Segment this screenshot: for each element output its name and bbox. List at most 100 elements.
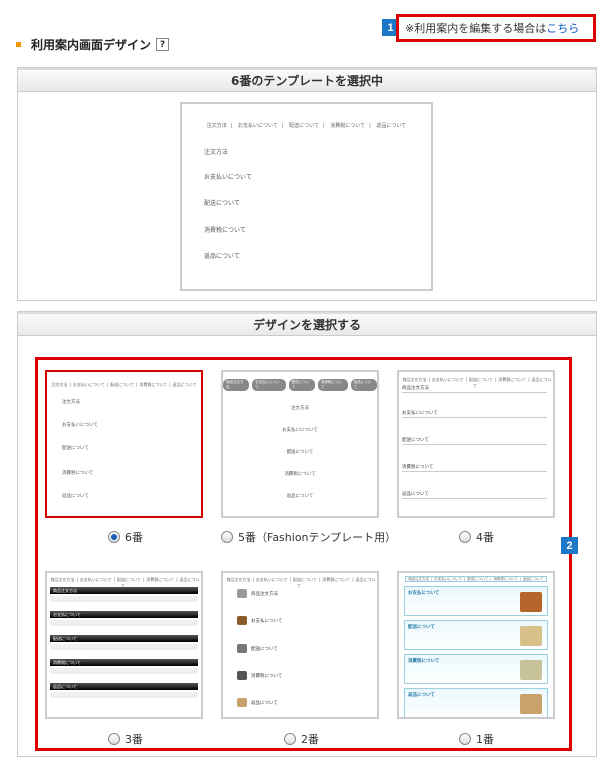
radio-icon[interactable] xyxy=(221,531,233,543)
thumb-item: 配送について xyxy=(286,450,314,455)
thumb-nav-item: 注文方法 xyxy=(51,382,68,387)
thumb-nav: 商品注文方法 | お支払いについて | 配送について | 消費税について | 返品について xyxy=(405,576,547,582)
preview-nav-item: 注文方法 xyxy=(206,123,227,129)
thumb-nav-item: お支払いについて xyxy=(72,382,105,387)
template-5-option[interactable]: 5番（Fashionテンプレート用） xyxy=(221,529,396,545)
thumb-bar: 返品について xyxy=(50,683,198,690)
template-4-thumb[interactable]: 商品注文方法 | お支払いについて | 配送について | 消費税について | 返品について 商品… xyxy=(397,370,555,518)
radio-icon[interactable] xyxy=(108,733,120,745)
thumb-nav-item: 商品注文方法 xyxy=(226,577,251,582)
thumb-nav-pill: 配送について xyxy=(288,379,315,391)
thumb-bar: 消費税について xyxy=(50,659,198,666)
thumb-card-label: 返品について xyxy=(408,693,435,698)
thumb-nav-item: 返品について xyxy=(523,577,544,581)
preview-nav-item: 返品について xyxy=(376,123,407,129)
thumb-card-label: お支払について xyxy=(408,591,440,596)
preview-nav-item: 配送について xyxy=(289,123,319,129)
thumb-line xyxy=(50,644,198,650)
thumb-nav-item: 商品注文方法 xyxy=(402,377,427,382)
thumb-card: 返品について xyxy=(404,688,548,717)
thumb-item: 返品について xyxy=(62,494,89,499)
thumb-row-label: 消費税について xyxy=(251,673,283,679)
thumb-item: 返品について xyxy=(286,494,314,499)
thumb-bar: 配送について xyxy=(50,635,198,642)
thumb-row: 商品注文方法 xyxy=(237,589,278,598)
thumb-card-label: 配送について xyxy=(408,625,435,630)
thumb-item: 配送について xyxy=(402,437,547,445)
truck-icon xyxy=(237,644,247,653)
template-6-label: 6番 xyxy=(125,531,143,544)
template-2-option[interactable]: 2番 xyxy=(284,731,319,747)
radio-icon[interactable] xyxy=(459,733,471,745)
preview-item: 配送について xyxy=(204,200,240,207)
preview-nav: 注文方法 | お支払いについて | 配送について | 消費税について | 返品について xyxy=(206,123,407,129)
thumb-nav: 商品注文方法 お支払いについて 配送について 消費税について 返品について xyxy=(223,379,377,391)
section-title-text: 利用案内画面デザイン xyxy=(31,38,152,52)
edit-note-box: ※利用案内を編集する場合は こちら xyxy=(396,14,596,42)
thumb-item: お支払いについて xyxy=(62,423,98,428)
thumb-nav-item: 配送について xyxy=(467,577,489,581)
cart-icon xyxy=(237,589,247,598)
thumb-nav-item: お支払いについて xyxy=(79,577,112,582)
thumb-item: お支払いについて xyxy=(282,428,318,433)
template-2-thumb[interactable]: 商品注文方法 | お支払いについて | 配送について | 消費税について | 返品について 商品… xyxy=(221,571,379,719)
template-3-option[interactable]: 3番 xyxy=(108,731,143,747)
thumb-nav-item: 消費税について xyxy=(498,377,527,382)
thumb-row-label: 返品について xyxy=(251,700,278,706)
preview-nav-item: お支払いについて xyxy=(238,123,278,129)
thumb-line xyxy=(50,692,198,698)
template-4-label: 4番 xyxy=(476,531,494,544)
thumb-bar: お支払について xyxy=(50,611,198,618)
thumb-nav-item: 消費税について xyxy=(493,577,518,581)
template-3-thumb[interactable]: 商品注文方法 | お支払いについて | 配送について | 消費税について | 返品について 商品… xyxy=(45,571,203,719)
template-2-label: 2番 xyxy=(301,733,319,746)
edit-guide-link[interactable]: こちら xyxy=(546,20,579,36)
thumb-row: 配送について xyxy=(237,644,278,653)
thumb-nav-pill: お支払いについて xyxy=(252,379,286,391)
thumb-nav-item: お支払いについて xyxy=(434,577,463,581)
thumb-nav: 商品注文方法 | お支払いについて | 配送について | 消費税について | 返品について xyxy=(226,577,376,588)
calculator-icon xyxy=(237,671,247,680)
thumb-card: お支払について xyxy=(404,586,548,616)
template-1-option[interactable]: 1番 xyxy=(459,731,494,747)
preview-item: お支払いについて xyxy=(204,174,252,181)
wallet-icon xyxy=(237,616,247,625)
thumb-card-label: 消費税について xyxy=(408,659,440,664)
current-template-preview: 注文方法 | お支払いについて | 配送について | 消費税について | 返品について … xyxy=(180,102,433,291)
thumb-item: 消費税について xyxy=(284,472,316,477)
thumb-row: 消費税について xyxy=(237,671,282,680)
template-5-thumb[interactable]: 商品注文方法 お支払いについて 配送について 消費税について 返品について 注文… xyxy=(221,370,379,518)
template-1-thumb[interactable]: 商品注文方法 | お支払いについて | 配送について | 消費税について | 返品について お支… xyxy=(397,571,555,719)
radio-selected-icon[interactable] xyxy=(108,531,120,543)
preview-item: 注文方法 xyxy=(204,149,229,156)
thumb-nav-item: 商品注文方法 xyxy=(50,577,75,582)
help-icon[interactable]: ? xyxy=(156,38,170,51)
thumb-bar: 商品注文方法 xyxy=(50,587,198,594)
thumb-item: 注文方法 xyxy=(291,406,309,411)
thumb-nav-item: 配送について xyxy=(469,377,493,382)
radio-icon[interactable] xyxy=(284,733,296,745)
template-6-option[interactable]: 6番 xyxy=(108,529,143,545)
box-icon xyxy=(237,698,247,707)
template-4-option[interactable]: 4番 xyxy=(459,529,494,545)
current-template-title: 6番のテンプレートを選択中 xyxy=(18,68,596,92)
thumb-nav-pill: 返品について xyxy=(350,379,377,391)
edit-note-text: ※利用案内を編集する場合は xyxy=(405,22,547,35)
radio-icon[interactable] xyxy=(459,531,471,543)
thumb-nav-item: 消費税について xyxy=(146,577,175,582)
thumb-nav-pill: 消費税について xyxy=(317,379,348,391)
thumb-nav-item: 返品について xyxy=(172,382,197,387)
thumb-item: 商品注文方法 xyxy=(402,385,547,393)
box-icon xyxy=(520,694,542,714)
template-3-label: 3番 xyxy=(125,733,143,746)
preview-nav-item: 消費税について xyxy=(330,123,366,129)
thumb-nav-item: お支払いについて xyxy=(255,577,288,582)
thumb-line xyxy=(50,668,198,674)
template-6-thumb[interactable]: 注文方法 | お支払いについて | 配送について | 消費税について | 返品について 注文方法… xyxy=(45,370,203,518)
thumb-nav: 注文方法 | お支払いについて | 配送について | 消費税について | 返品について xyxy=(51,382,197,387)
current-template-panel: 6番のテンプレートを選択中 注文方法 | お支払いについて | 配送について | 消費… xyxy=(17,67,597,301)
thumb-row: 返品について xyxy=(237,698,278,707)
thumb-card: 消費税について xyxy=(404,654,548,684)
thumb-card: 配送について xyxy=(404,620,548,650)
template-1-label: 1番 xyxy=(476,733,494,746)
